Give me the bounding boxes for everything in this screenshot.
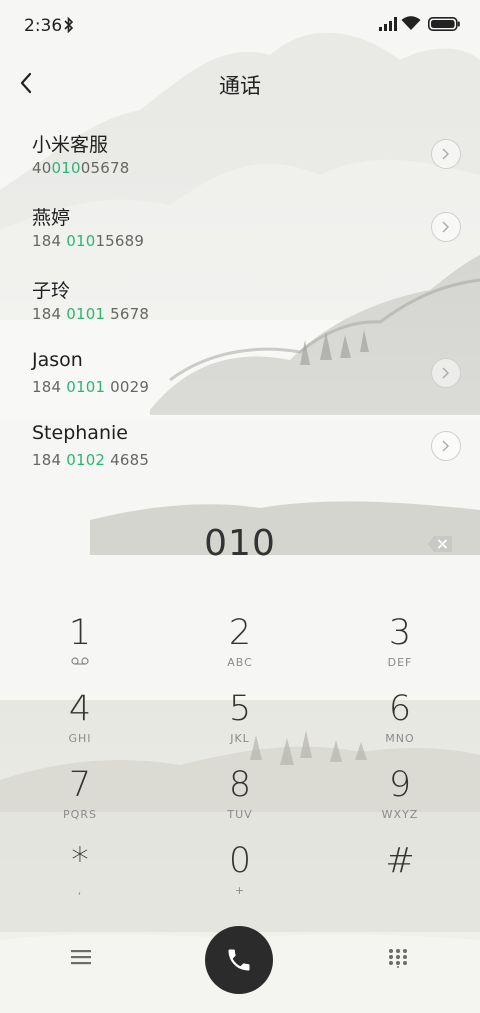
voicemail-icon (71, 657, 89, 665)
key-5[interactable]: 5 JKL (170, 686, 310, 758)
contact-item[interactable]: Stephanie 184 0102 4685 (0, 410, 480, 483)
dialpad-icon[interactable] (388, 948, 408, 968)
number-match-highlight: 0101 (66, 378, 106, 396)
key-8[interactable]: 8 TUV (170, 762, 310, 834)
contact-detail-chevron-icon[interactable] (431, 139, 461, 169)
contact-detail-chevron-icon[interactable] (431, 358, 461, 388)
contact-item[interactable]: 子玲 184 0101 5678 (0, 264, 480, 337)
key-hash[interactable]: # (330, 838, 470, 910)
number-match-highlight: 010 (51, 159, 81, 177)
key-4[interactable]: 4 GHI (10, 686, 150, 758)
call-button[interactable] (205, 926, 273, 994)
contact-name: Stephanie (32, 422, 128, 444)
menu-icon[interactable] (70, 948, 92, 966)
contact-detail-chevron-icon[interactable] (431, 212, 461, 242)
contact-name: 小米客服 (32, 134, 109, 156)
key-9[interactable]: 9 WXYZ (330, 762, 470, 834)
number-match-highlight: 0102 (66, 451, 106, 469)
number-match-highlight: 0101 (66, 305, 106, 323)
status-time: 2:36 (24, 16, 63, 36)
contact-detail-chevron-icon[interactable] (431, 431, 461, 461)
contact-item[interactable]: 小米客服 4001005678 (0, 118, 480, 191)
contact-name: 燕婷 (32, 207, 71, 229)
key-6[interactable]: 6 MNO (330, 686, 470, 758)
bluetooth-icon (64, 16, 74, 34)
contact-number: 4001005678 (32, 159, 130, 177)
number-match-highlight: 010 (66, 232, 96, 250)
signal-icon (379, 17, 397, 31)
contact-number: 184 01015689 (32, 232, 145, 250)
contact-number: 184 0101 0029 (32, 378, 150, 396)
key-1[interactable]: 1 (10, 610, 150, 682)
contact-number: 184 0101 5678 (32, 305, 150, 323)
key-0[interactable]: 0 + (170, 838, 310, 910)
key-3[interactable]: 3 DEF (330, 610, 470, 682)
contact-number: 184 0102 4685 (32, 451, 150, 469)
status-bar: 2:36 (0, 0, 480, 52)
bottom-action-bar (0, 922, 480, 1002)
key-star[interactable]: * , (10, 838, 150, 910)
header: 通话 (0, 58, 480, 110)
key-7[interactable]: 7 PQRS (10, 762, 150, 834)
contact-suggestion-list: 小米客服 4001005678 燕婷 184 01015689 子玲 184 0… (0, 118, 480, 483)
phone-icon (228, 949, 250, 971)
contact-item[interactable]: Jason 184 0101 0029 (0, 337, 480, 410)
page-title: 通话 (219, 74, 261, 98)
battery-icon (428, 17, 460, 31)
contact-item[interactable]: 燕婷 184 01015689 (0, 191, 480, 264)
key-2[interactable]: 2 ABC (170, 610, 310, 682)
dialed-number-display: 010 (204, 523, 276, 564)
contact-name: Jason (32, 349, 83, 371)
wifi-icon (401, 16, 421, 30)
backspace-icon[interactable] (427, 535, 453, 553)
contact-name: 子玲 (32, 280, 71, 302)
